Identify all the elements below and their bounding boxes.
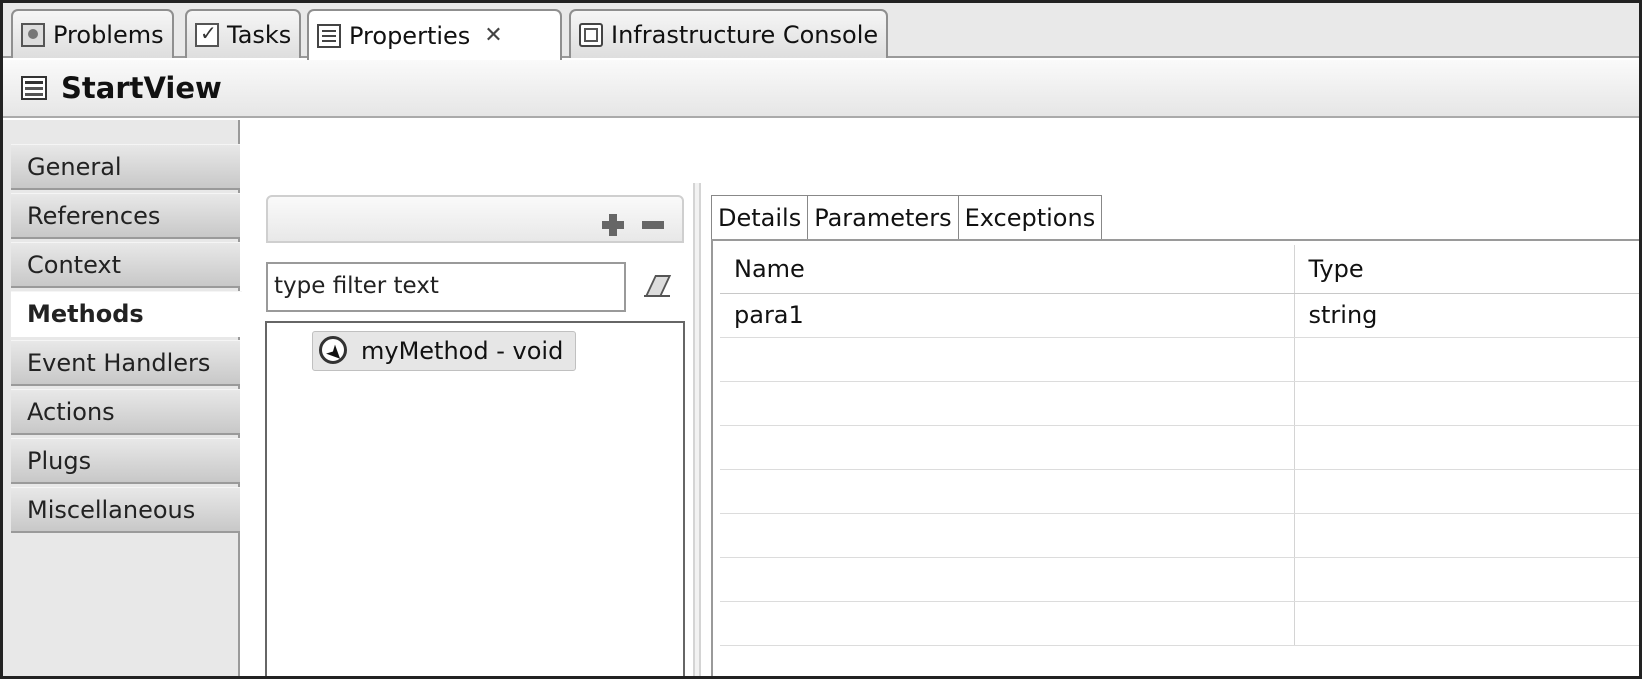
nav-item-plugs[interactable]: Plugs	[11, 438, 240, 484]
cell-type	[1294, 425, 1639, 470]
parameters-table: Name Type para1 string	[720, 245, 1639, 646]
remove-method-button[interactable]	[642, 221, 664, 229]
nav-item-actions[interactable]: Actions	[11, 389, 240, 435]
methods-toolbar	[266, 195, 684, 243]
cell-type	[1294, 469, 1639, 514]
properties-view: Problems Tasks Properties ✕ Infrastructu…	[0, 0, 1642, 679]
cell-name[interactable]: para1	[720, 293, 1295, 338]
tab-label: Problems	[53, 20, 164, 49]
tab-label: Tasks	[227, 20, 292, 49]
cell-name	[720, 601, 1295, 646]
table-row	[720, 469, 1639, 514]
list-item[interactable]: myMethod - void	[312, 331, 577, 371]
nav-item-miscellaneous[interactable]: Miscellaneous	[11, 487, 240, 533]
nav-item-context[interactable]: Context	[11, 242, 240, 288]
method-label: myMethod - void	[361, 337, 564, 365]
nav-item-references[interactable]: References	[11, 193, 240, 239]
nav-item-methods[interactable]: Methods	[11, 291, 242, 337]
tab-problems[interactable]: Problems	[11, 9, 174, 58]
properties-header: StartView	[3, 60, 1639, 118]
table-header-row: Name Type	[720, 245, 1639, 294]
properties-nav: General References Context Methods Event…	[3, 120, 242, 676]
table-row	[720, 557, 1639, 602]
tab-properties[interactable]: Properties ✕	[307, 9, 562, 60]
tab-tasks[interactable]: Tasks	[185, 9, 302, 58]
tab-exceptions[interactable]: Exceptions	[957, 195, 1103, 240]
cell-name	[720, 469, 1295, 514]
panel-splitter[interactable]	[693, 183, 701, 676]
view-tab-bar: Problems Tasks Properties ✕ Infrastructu…	[3, 3, 1639, 60]
cell-name	[720, 337, 1295, 382]
column-header-type[interactable]: Type	[1294, 245, 1639, 294]
tab-parameters[interactable]: Parameters	[807, 195, 958, 240]
detail-tabs: Details Parameters Exceptions	[711, 195, 1103, 240]
nav-item-event-handlers[interactable]: Event Handlers	[11, 340, 240, 386]
cell-type[interactable]: string	[1294, 293, 1639, 338]
problems-icon	[21, 22, 45, 47]
properties-icon	[317, 23, 341, 48]
clear-filter-icon[interactable]	[644, 275, 672, 297]
table-row	[720, 381, 1639, 426]
add-method-button[interactable]	[602, 214, 624, 236]
tab-label: Properties	[349, 21, 471, 50]
table-row	[720, 425, 1639, 470]
cell-type	[1294, 557, 1639, 602]
filter-input[interactable]: type filter text	[266, 262, 626, 312]
cell-type	[1294, 337, 1639, 382]
tasks-icon	[195, 21, 219, 47]
table-row	[720, 513, 1639, 558]
table-row	[720, 337, 1639, 382]
method-icon	[319, 336, 349, 366]
cell-type	[1294, 381, 1639, 426]
tab-details[interactable]: Details	[711, 195, 808, 240]
nav-item-general[interactable]: General	[11, 144, 240, 190]
cell-type	[1294, 513, 1639, 558]
cell-type	[1294, 601, 1639, 646]
cell-name	[720, 513, 1295, 558]
column-header-name[interactable]: Name	[720, 245, 1295, 294]
tab-infrastructure-console[interactable]: Infrastructure Console	[569, 9, 889, 58]
close-icon[interactable]: ✕	[484, 23, 502, 48]
tab-label: Infrastructure Console	[611, 20, 879, 49]
table-row[interactable]: para1 string	[720, 293, 1639, 338]
method-list: myMethod - void	[265, 321, 685, 676]
cell-name	[720, 381, 1295, 426]
cell-name	[720, 557, 1295, 602]
view-icon	[21, 76, 47, 100]
page-title: StartView	[61, 71, 222, 105]
parameters-table-container: Name Type para1 string	[711, 239, 1639, 676]
console-icon	[579, 22, 603, 47]
cell-name	[720, 425, 1295, 470]
table-row	[720, 601, 1639, 646]
